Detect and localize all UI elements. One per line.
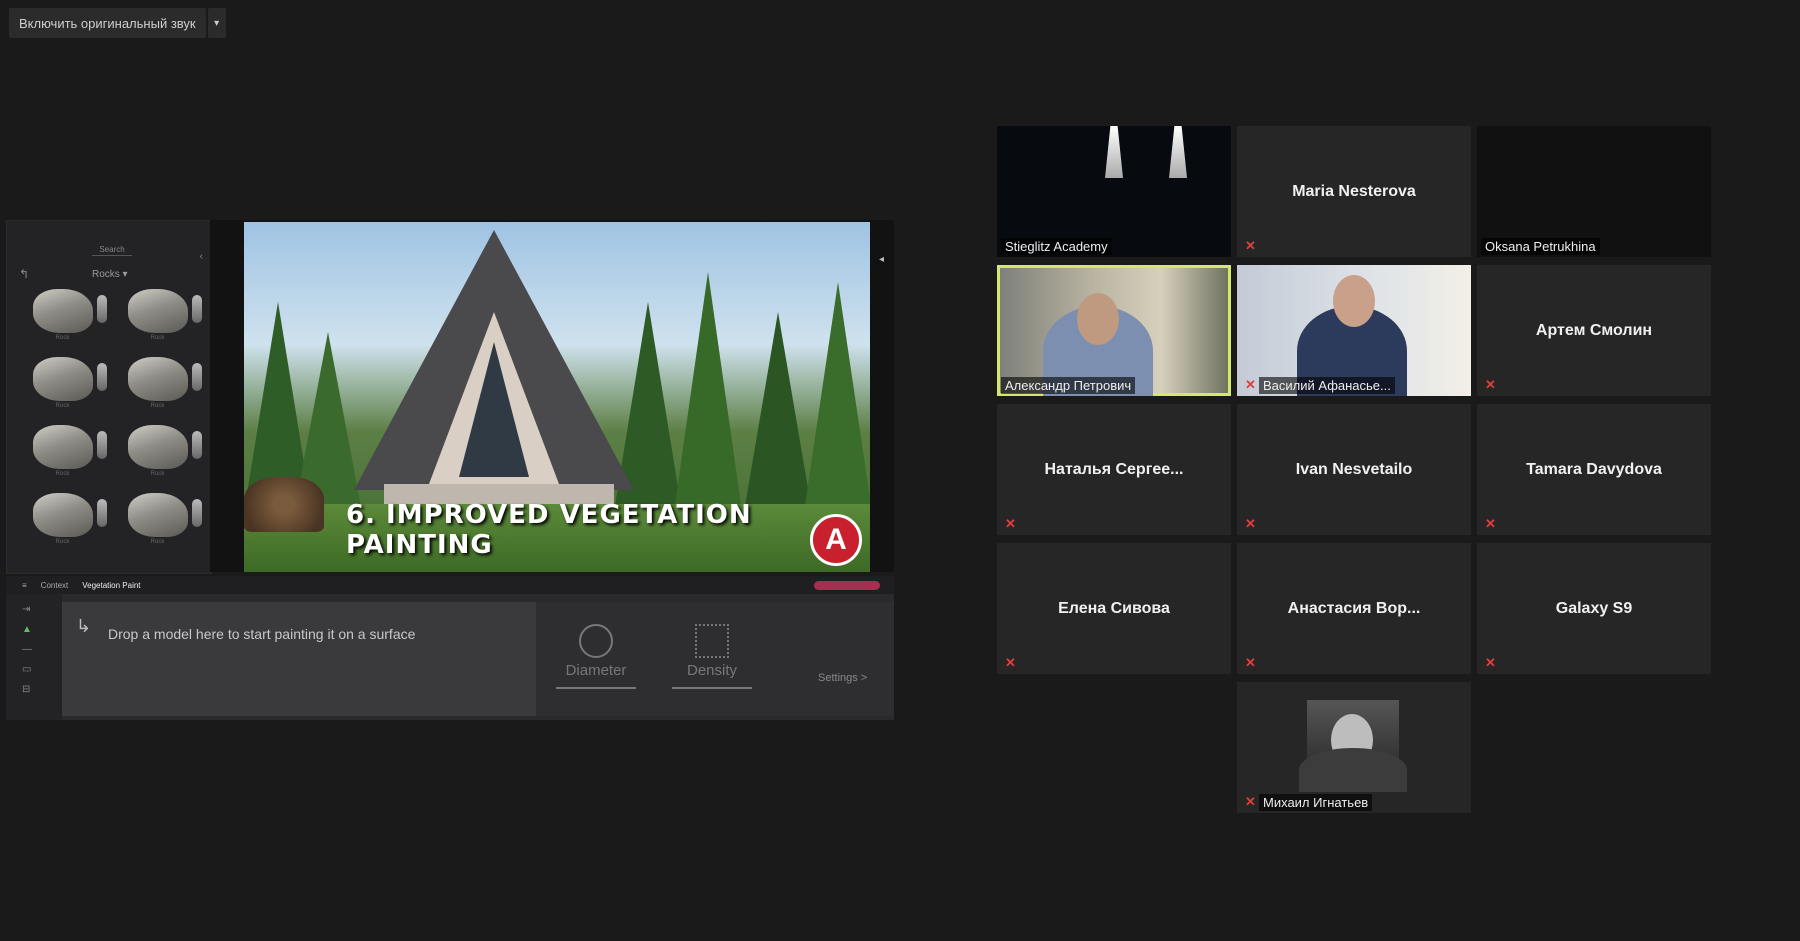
density-icon xyxy=(695,624,729,658)
brush-settings: Diameter Density Settings > xyxy=(536,602,894,716)
tool-column: ⇥ ▲ — ▭ ⊟ xyxy=(6,594,62,720)
participant-tile[interactable]: Елена Сивова ✕ xyxy=(997,543,1231,674)
model-drop-zone[interactable]: ↳ Drop a model here to start painting it… xyxy=(62,602,536,716)
participant-tile[interactable]: ✕ Михаил Игнатьев xyxy=(1237,682,1471,813)
participant-name: Михаил Игнатьев xyxy=(1259,794,1373,811)
participant-name: Артем Смолин xyxy=(1535,321,1653,339)
panel-arrow-icon[interactable]: ◂ xyxy=(879,254,884,265)
chevron-down-icon[interactable]: ▾ xyxy=(207,8,226,38)
mic-off-icon: ✕ xyxy=(1485,655,1496,670)
audio-toolbar: Включить оригинальный звук ▾ xyxy=(9,8,226,38)
rock-thumbnail[interactable]: Rock xyxy=(110,425,205,479)
participant-tile[interactable]: Maria Nesterova ✕ xyxy=(1237,126,1471,257)
participant-name: Анастасия Вор... xyxy=(1287,599,1421,617)
rock-thumbnail[interactable]: Rock xyxy=(110,289,205,343)
mic-off-icon: ✕ xyxy=(1485,377,1496,392)
mic-off-icon: ✕ xyxy=(1245,794,1256,809)
tool-icon[interactable]: ▭ xyxy=(22,664,62,675)
video-caption: 6. IMPROVED VEGETATION PAINTING xyxy=(346,500,752,560)
tool-icon[interactable]: ⊟ xyxy=(22,684,62,695)
library-search[interactable]: Search xyxy=(92,245,132,256)
mic-off-icon: ✕ xyxy=(1005,655,1016,670)
participant-tile[interactable]: Наталья Сергее... ✕ xyxy=(997,404,1231,535)
rock-thumbnail[interactable]: Rock xyxy=(15,289,110,343)
drop-arrow-icon: ↳ xyxy=(76,616,92,636)
diameter-label: Diameter xyxy=(565,662,627,679)
presentation-viewport: 6. IMPROVED VEGETATION PAINTING A ◂ xyxy=(210,220,894,572)
participant-name: Александр Петрович xyxy=(1001,377,1136,394)
mic-off-icon: ✕ xyxy=(1005,516,1016,531)
mic-off-icon: ✕ xyxy=(1485,516,1496,531)
participant-tile[interactable]: Анастасия Вор... ✕ xyxy=(1237,543,1471,674)
diameter-control[interactable]: Diameter xyxy=(556,624,636,689)
participant-name: Maria Nesterova xyxy=(1292,182,1416,200)
back-icon[interactable]: ↰ xyxy=(19,267,29,281)
tool-icon[interactable]: ⇥ xyxy=(22,604,62,615)
participant-tile[interactable]: Ivan Nesvetailo ✕ xyxy=(1237,404,1471,535)
participant-tile[interactable]: Stieglitz Academy xyxy=(997,126,1231,257)
tab-context[interactable]: Context xyxy=(41,581,69,590)
participant-name: Galaxy S9 xyxy=(1555,599,1633,617)
vegetation-paint-panel: ≡ Context Vegetation Paint ⇥ ▲ — ▭ ⊟ ↳ D… xyxy=(6,576,894,720)
mic-off-icon: ✕ xyxy=(1245,655,1256,670)
rock-thumbnail[interactable]: Rock xyxy=(15,425,110,479)
rock-thumbnail[interactable]: Rock xyxy=(110,493,205,547)
category-dropdown[interactable]: Rocks ▾ xyxy=(92,269,128,280)
settings-link[interactable]: Settings > xyxy=(818,672,867,684)
mic-off-icon: ✕ xyxy=(1245,516,1256,531)
avatar xyxy=(1299,700,1407,792)
participant-name: Елена Сивова xyxy=(1058,599,1170,617)
drop-hint: Drop a model here to start painting it o… xyxy=(108,626,416,642)
density-label: Density xyxy=(686,662,738,679)
participant-name: Ivan Nesvetailo xyxy=(1295,460,1413,478)
original-sound-button[interactable]: Включить оригинальный звук xyxy=(9,8,206,38)
a-frame-house-render: 6. IMPROVED VEGETATION PAINTING A xyxy=(244,222,870,572)
mic-off-icon: ✕ xyxy=(1245,377,1256,392)
panel-tab-bar: ≡ Context Vegetation Paint xyxy=(6,576,894,594)
diameter-icon xyxy=(579,624,613,658)
participant-tile[interactable]: ✕ Василий Афанасье... xyxy=(1237,265,1471,396)
asset-library-panel: Search ↰ ‹ Rocks ▾ Rock Rock Rock Rock R… xyxy=(6,220,212,574)
rock-thumbnail[interactable]: Rock xyxy=(110,357,205,411)
participant-tile[interactable]: Артем Смолин ✕ xyxy=(1477,265,1711,396)
participant-name: Наталья Сергее... xyxy=(1044,460,1184,478)
density-control[interactable]: Density xyxy=(672,624,752,689)
rock-asset-grid: Rock Rock Rock Rock Rock Rock Rock Rock xyxy=(15,289,205,547)
participant-tile[interactable]: Oksana Petrukhina xyxy=(1477,126,1711,257)
participant-tile-active-speaker[interactable]: Александр Петрович xyxy=(997,265,1231,396)
participant-name: Stieglitz Academy xyxy=(1001,238,1112,255)
tool-icon[interactable]: — xyxy=(22,644,62,655)
shared-screen: Search ↰ ‹ Rocks ▾ Rock Rock Rock Rock R… xyxy=(6,220,894,720)
highlight-bar xyxy=(814,581,880,590)
participant-tile[interactable]: Tamara Davydova ✕ xyxy=(1477,404,1711,535)
collapse-icon[interactable]: ‹ xyxy=(200,251,203,262)
participant-name: Василий Афанасье... xyxy=(1259,377,1395,394)
tab-vegetation-paint[interactable]: Vegetation Paint xyxy=(82,581,140,590)
mic-off-icon: ✕ xyxy=(1245,238,1256,253)
participant-name: Tamara Davydova xyxy=(1526,460,1662,478)
academy-logo: A xyxy=(810,514,862,566)
rock-thumbnail[interactable]: Rock xyxy=(15,493,110,547)
tool-icon[interactable]: ▲ xyxy=(22,624,62,635)
panel-menu-icon[interactable]: ≡ xyxy=(22,581,27,590)
participant-name: Oksana Petrukhina xyxy=(1481,238,1600,255)
rock-thumbnail[interactable]: Rock xyxy=(15,357,110,411)
participant-tile[interactable]: Galaxy S9 ✕ xyxy=(1477,543,1711,674)
